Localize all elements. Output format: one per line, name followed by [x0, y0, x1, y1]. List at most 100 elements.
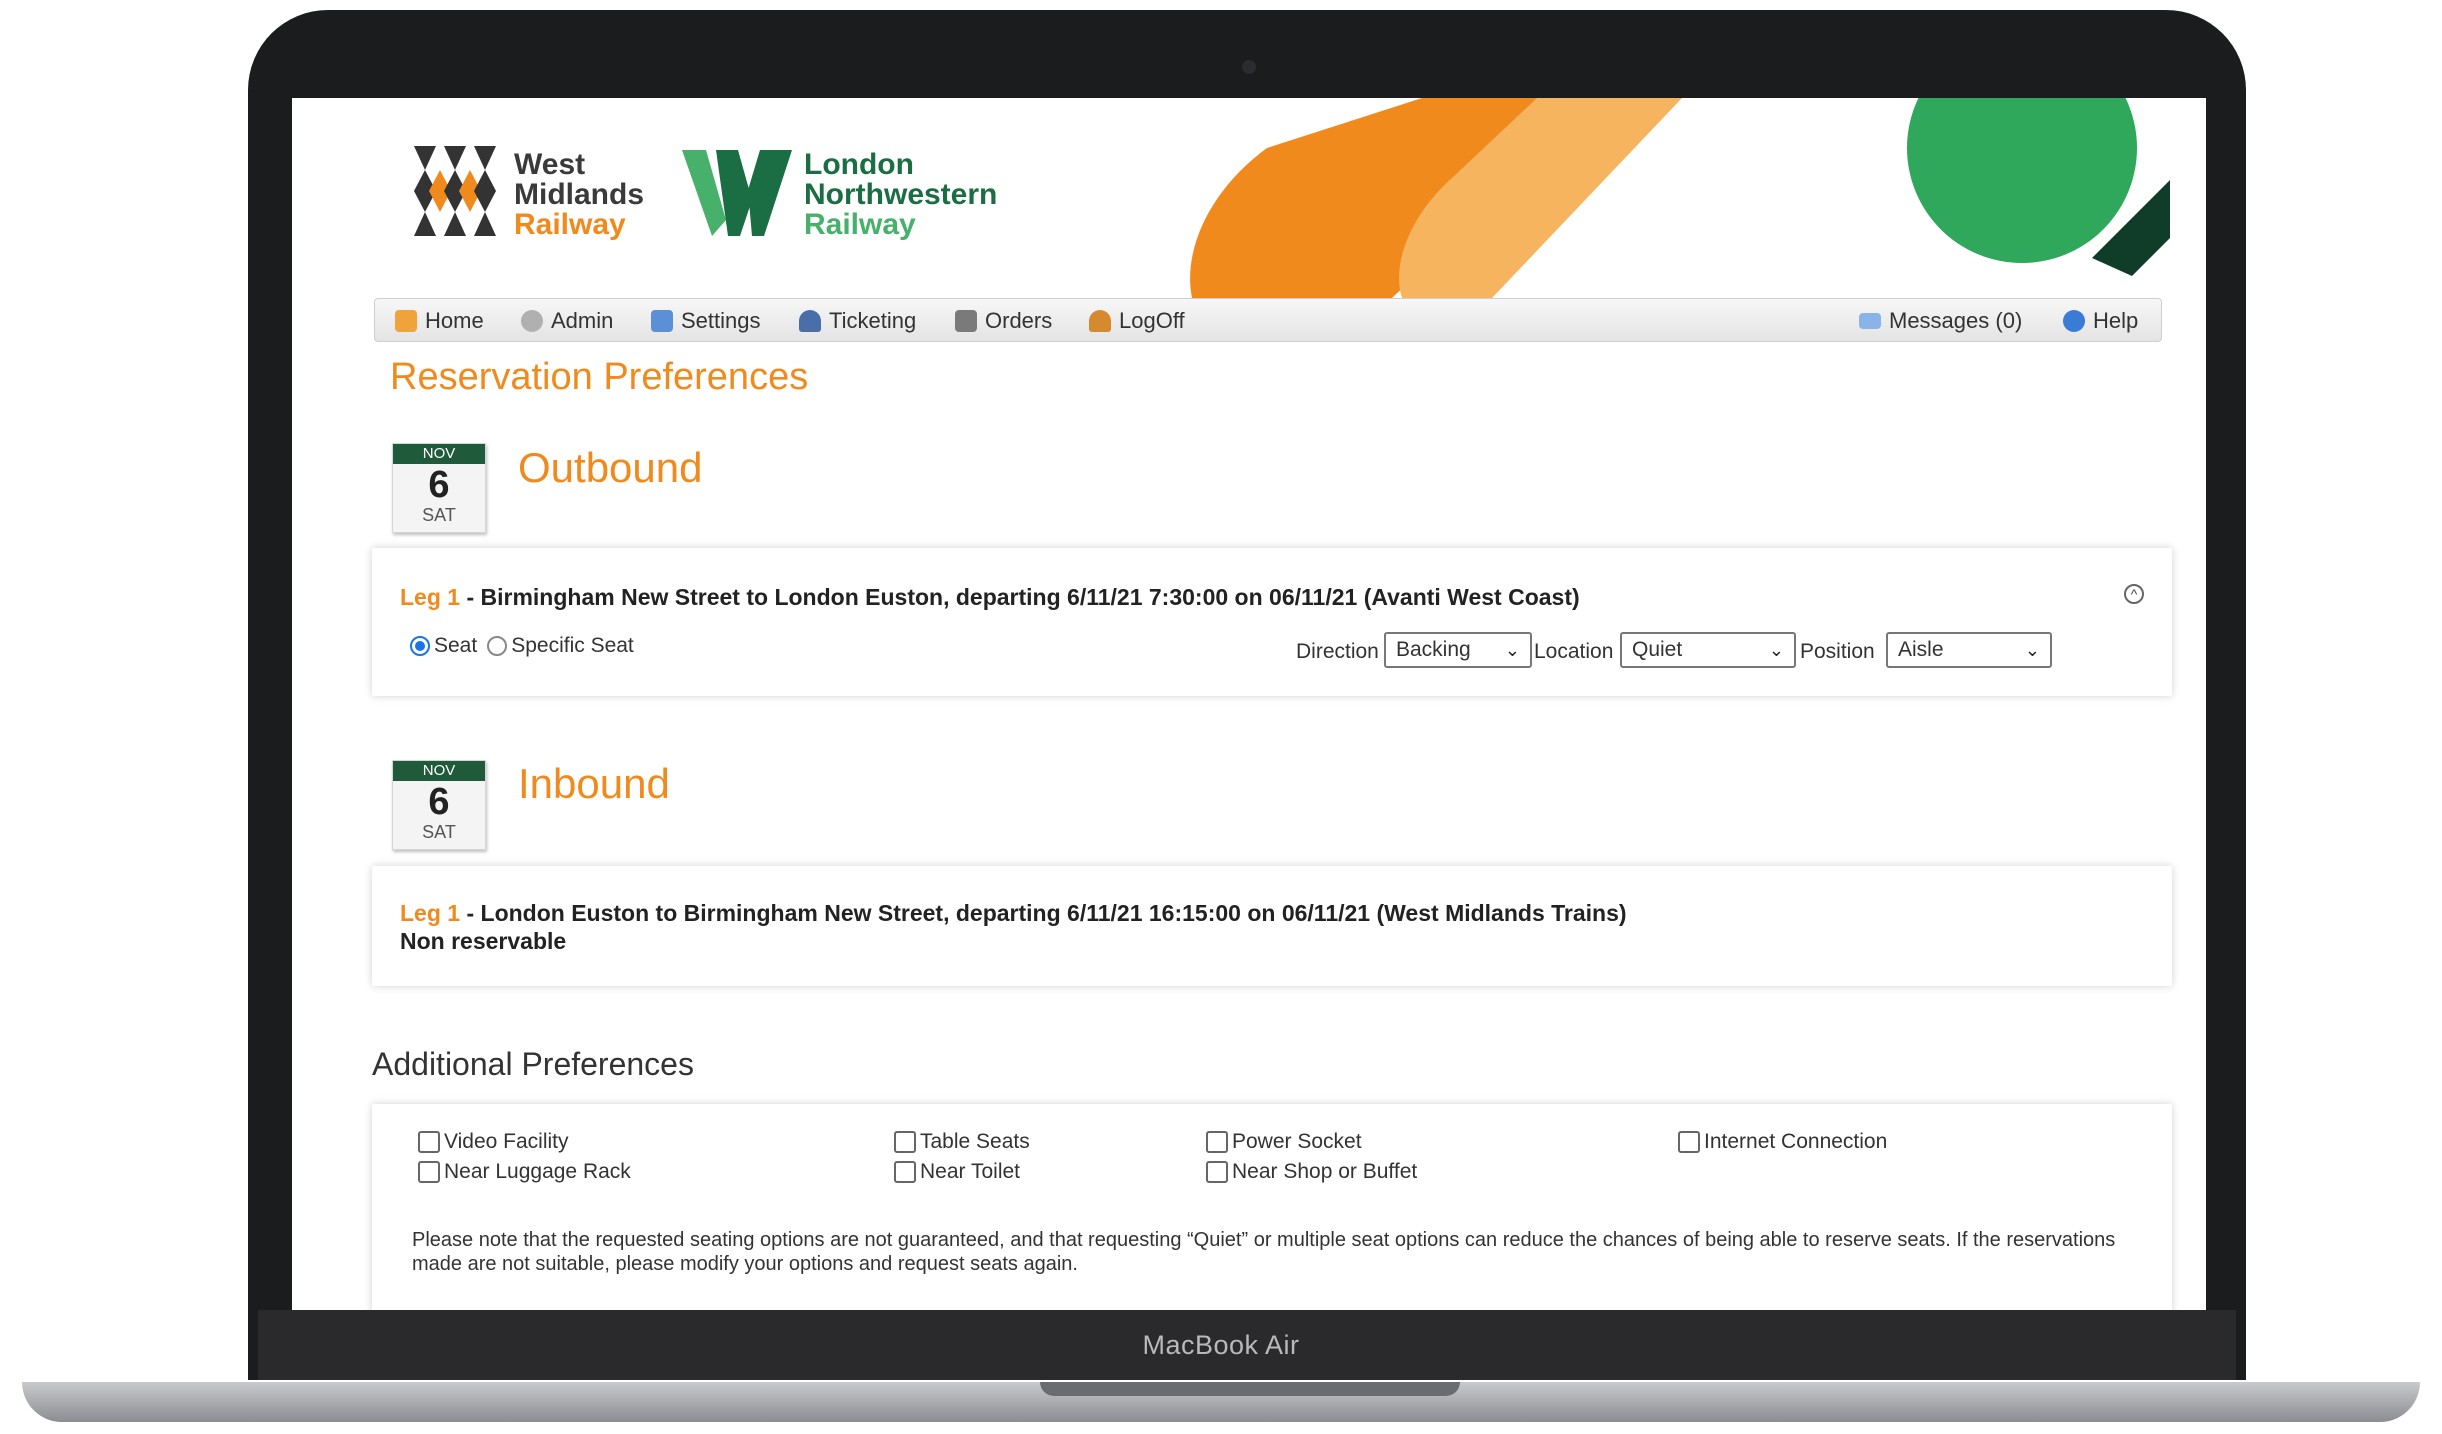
location-label: Location — [1534, 640, 1614, 663]
calendar-weekday: SAT — [422, 505, 456, 525]
power-socket-checkbox[interactable] — [1206, 1131, 1228, 1153]
nav-admin[interactable]: Admin — [521, 308, 613, 334]
lnr-logo-line2: Northwestern — [804, 178, 998, 211]
option-power-socket[interactable]: Power Socket — [1206, 1130, 1362, 1154]
nav-bar: Home Admin Settings Ticketing Orders Log… — [374, 298, 2162, 342]
help-icon — [2063, 310, 2085, 332]
nav-admin-label: Admin — [551, 308, 614, 333]
direction-label: Direction — [1296, 640, 1379, 663]
inbound-leg-title: Leg 1 - London Euston to Birmingham New … — [400, 900, 1627, 927]
outbound-date-calendar: NOV 6 SAT — [392, 443, 486, 533]
calendar-month: NOV — [393, 761, 485, 781]
nav-orders-label: Orders — [985, 308, 1053, 333]
nav-help[interactable]: Help — [2063, 308, 2138, 334]
user-icon — [799, 310, 821, 332]
home-icon — [395, 310, 417, 332]
chevron-down-icon: ⌄ — [2024, 639, 2040, 660]
camera — [1242, 60, 1256, 74]
gear-icon — [521, 310, 543, 332]
internet-connection-label: Internet Connection — [1704, 1130, 1888, 1153]
building-icon — [955, 310, 977, 332]
near-toilet-checkbox[interactable] — [894, 1161, 916, 1183]
near-shop-or-buffet-label: Near Shop or Buffet — [1232, 1160, 1418, 1183]
position-select-value: Aisle — [1898, 638, 1944, 661]
settings-icon — [651, 310, 673, 332]
location-select[interactable]: Quiet ⌄ — [1620, 632, 1796, 668]
seat-radio-label: Seat — [434, 634, 478, 657]
calendar-month: NOV — [393, 444, 485, 464]
inbound-date-calendar: NOV 6 SAT — [392, 760, 486, 850]
lnr-logo-line1: London — [804, 148, 914, 181]
nav-messages[interactable]: Messages (0) — [1859, 308, 2022, 334]
laptop-screen: West Midlands Railway London Northwester… — [292, 98, 2206, 1310]
option-near-shop-or-buffet[interactable]: Near Shop or Buffet — [1206, 1160, 1417, 1184]
wmr-logo-text: West Midlands Railway — [514, 150, 644, 240]
inbound-leg-number: Leg 1 — [400, 900, 461, 926]
lnr-logo-line3: Railway — [804, 208, 916, 241]
calendar-weekday: SAT — [422, 822, 456, 842]
chevron-down-icon: ⌄ — [1504, 639, 1520, 660]
lnr-logo-mark — [682, 150, 792, 236]
direction-select[interactable]: Backing ⌄ — [1384, 632, 1532, 668]
option-near-toilet[interactable]: Near Toilet — [894, 1160, 1020, 1184]
option-near-luggage-rack[interactable]: Near Luggage Rack — [418, 1160, 631, 1184]
seat-type-group: Seat Specific Seat — [410, 634, 634, 658]
near-luggage-rack-label: Near Luggage Rack — [444, 1160, 631, 1183]
calendar-day: 6 — [428, 781, 450, 823]
specific-seat-radio-label: Specific Seat — [511, 634, 634, 657]
near-luggage-rack-checkbox[interactable] — [418, 1161, 440, 1183]
page-title: Reservation Preferences — [390, 356, 809, 398]
table-seats-checkbox[interactable] — [894, 1131, 916, 1153]
internet-connection-checkbox[interactable] — [1678, 1131, 1700, 1153]
inbound-leg-description: - London Euston to Birmingham New Street… — [460, 900, 1627, 926]
nav-logoff[interactable]: LogOff — [1089, 308, 1185, 334]
nav-ticketing-label: Ticketing — [829, 308, 917, 333]
green-circle — [1907, 98, 2137, 263]
table-seats-label: Table Seats — [920, 1130, 1030, 1153]
seating-note: Please note that the requested seating o… — [412, 1229, 2116, 1275]
laptop-hinge-notch — [1040, 1382, 1460, 1396]
video-facility-label: Video Facility — [444, 1130, 569, 1153]
collapse-icon[interactable]: ^ — [2124, 584, 2144, 604]
seat-radio[interactable] — [410, 636, 430, 656]
nav-settings-label: Settings — [681, 308, 761, 333]
near-shop-or-buffet-checkbox[interactable] — [1206, 1161, 1228, 1183]
option-internet-connection[interactable]: Internet Connection — [1678, 1130, 1887, 1154]
nav-home-label: Home — [425, 308, 484, 333]
inbound-status: Non reservable — [400, 928, 567, 954]
location-select-value: Quiet — [1632, 638, 1683, 661]
nav-help-label: Help — [2093, 308, 2139, 333]
position-label: Position — [1800, 640, 1875, 663]
nav-orders[interactable]: Orders — [955, 308, 1052, 334]
calendar-day: 6 — [428, 464, 450, 506]
additional-preferences-card: Video Facility Table Seats Power Socket … — [372, 1104, 2172, 1310]
power-socket-label: Power Socket — [1232, 1130, 1362, 1153]
chevron-down-icon: ⌄ — [1768, 639, 1784, 660]
direction-select-value: Backing — [1396, 638, 1471, 661]
nav-ticketing[interactable]: Ticketing — [799, 308, 916, 334]
additional-preferences-heading: Additional Preferences — [372, 1046, 694, 1082]
laptop-model-label: MacBook Air — [1142, 1330, 1300, 1360]
lnr-logo-text: London Northwestern Railway — [804, 150, 997, 240]
envelope-icon — [1859, 313, 1881, 329]
nav-home[interactable]: Home — [395, 308, 484, 334]
nav-messages-label: Messages (0) — [1889, 308, 2023, 333]
option-table-seats[interactable]: Table Seats — [894, 1130, 1030, 1154]
nav-settings[interactable]: Settings — [651, 308, 761, 334]
position-select[interactable]: Aisle ⌄ — [1886, 632, 2052, 668]
outbound-leg-title: Leg 1 - Birmingham New Street to London … — [400, 584, 1580, 611]
inbound-leg-card: Leg 1 - London Euston to Birmingham New … — [372, 866, 2172, 986]
logoff-icon — [1089, 310, 1111, 332]
video-facility-checkbox[interactable] — [418, 1131, 440, 1153]
specific-seat-radio[interactable] — [487, 636, 508, 656]
near-toilet-label: Near Toilet — [920, 1160, 1020, 1183]
inbound-heading: Inbound — [518, 760, 670, 807]
outbound-leg-description: - Birmingham New Street to London Euston… — [460, 584, 1580, 610]
wmr-logo-line3: Railway — [514, 208, 626, 241]
wmr-logo-line1: West — [514, 148, 586, 181]
option-video-facility[interactable]: Video Facility — [418, 1130, 569, 1154]
outbound-heading: Outbound — [518, 444, 703, 491]
outbound-leg-number: Leg 1 — [400, 584, 461, 610]
wmr-logo-line2: Midlands — [514, 178, 645, 211]
nav-logoff-label: LogOff — [1119, 308, 1185, 333]
